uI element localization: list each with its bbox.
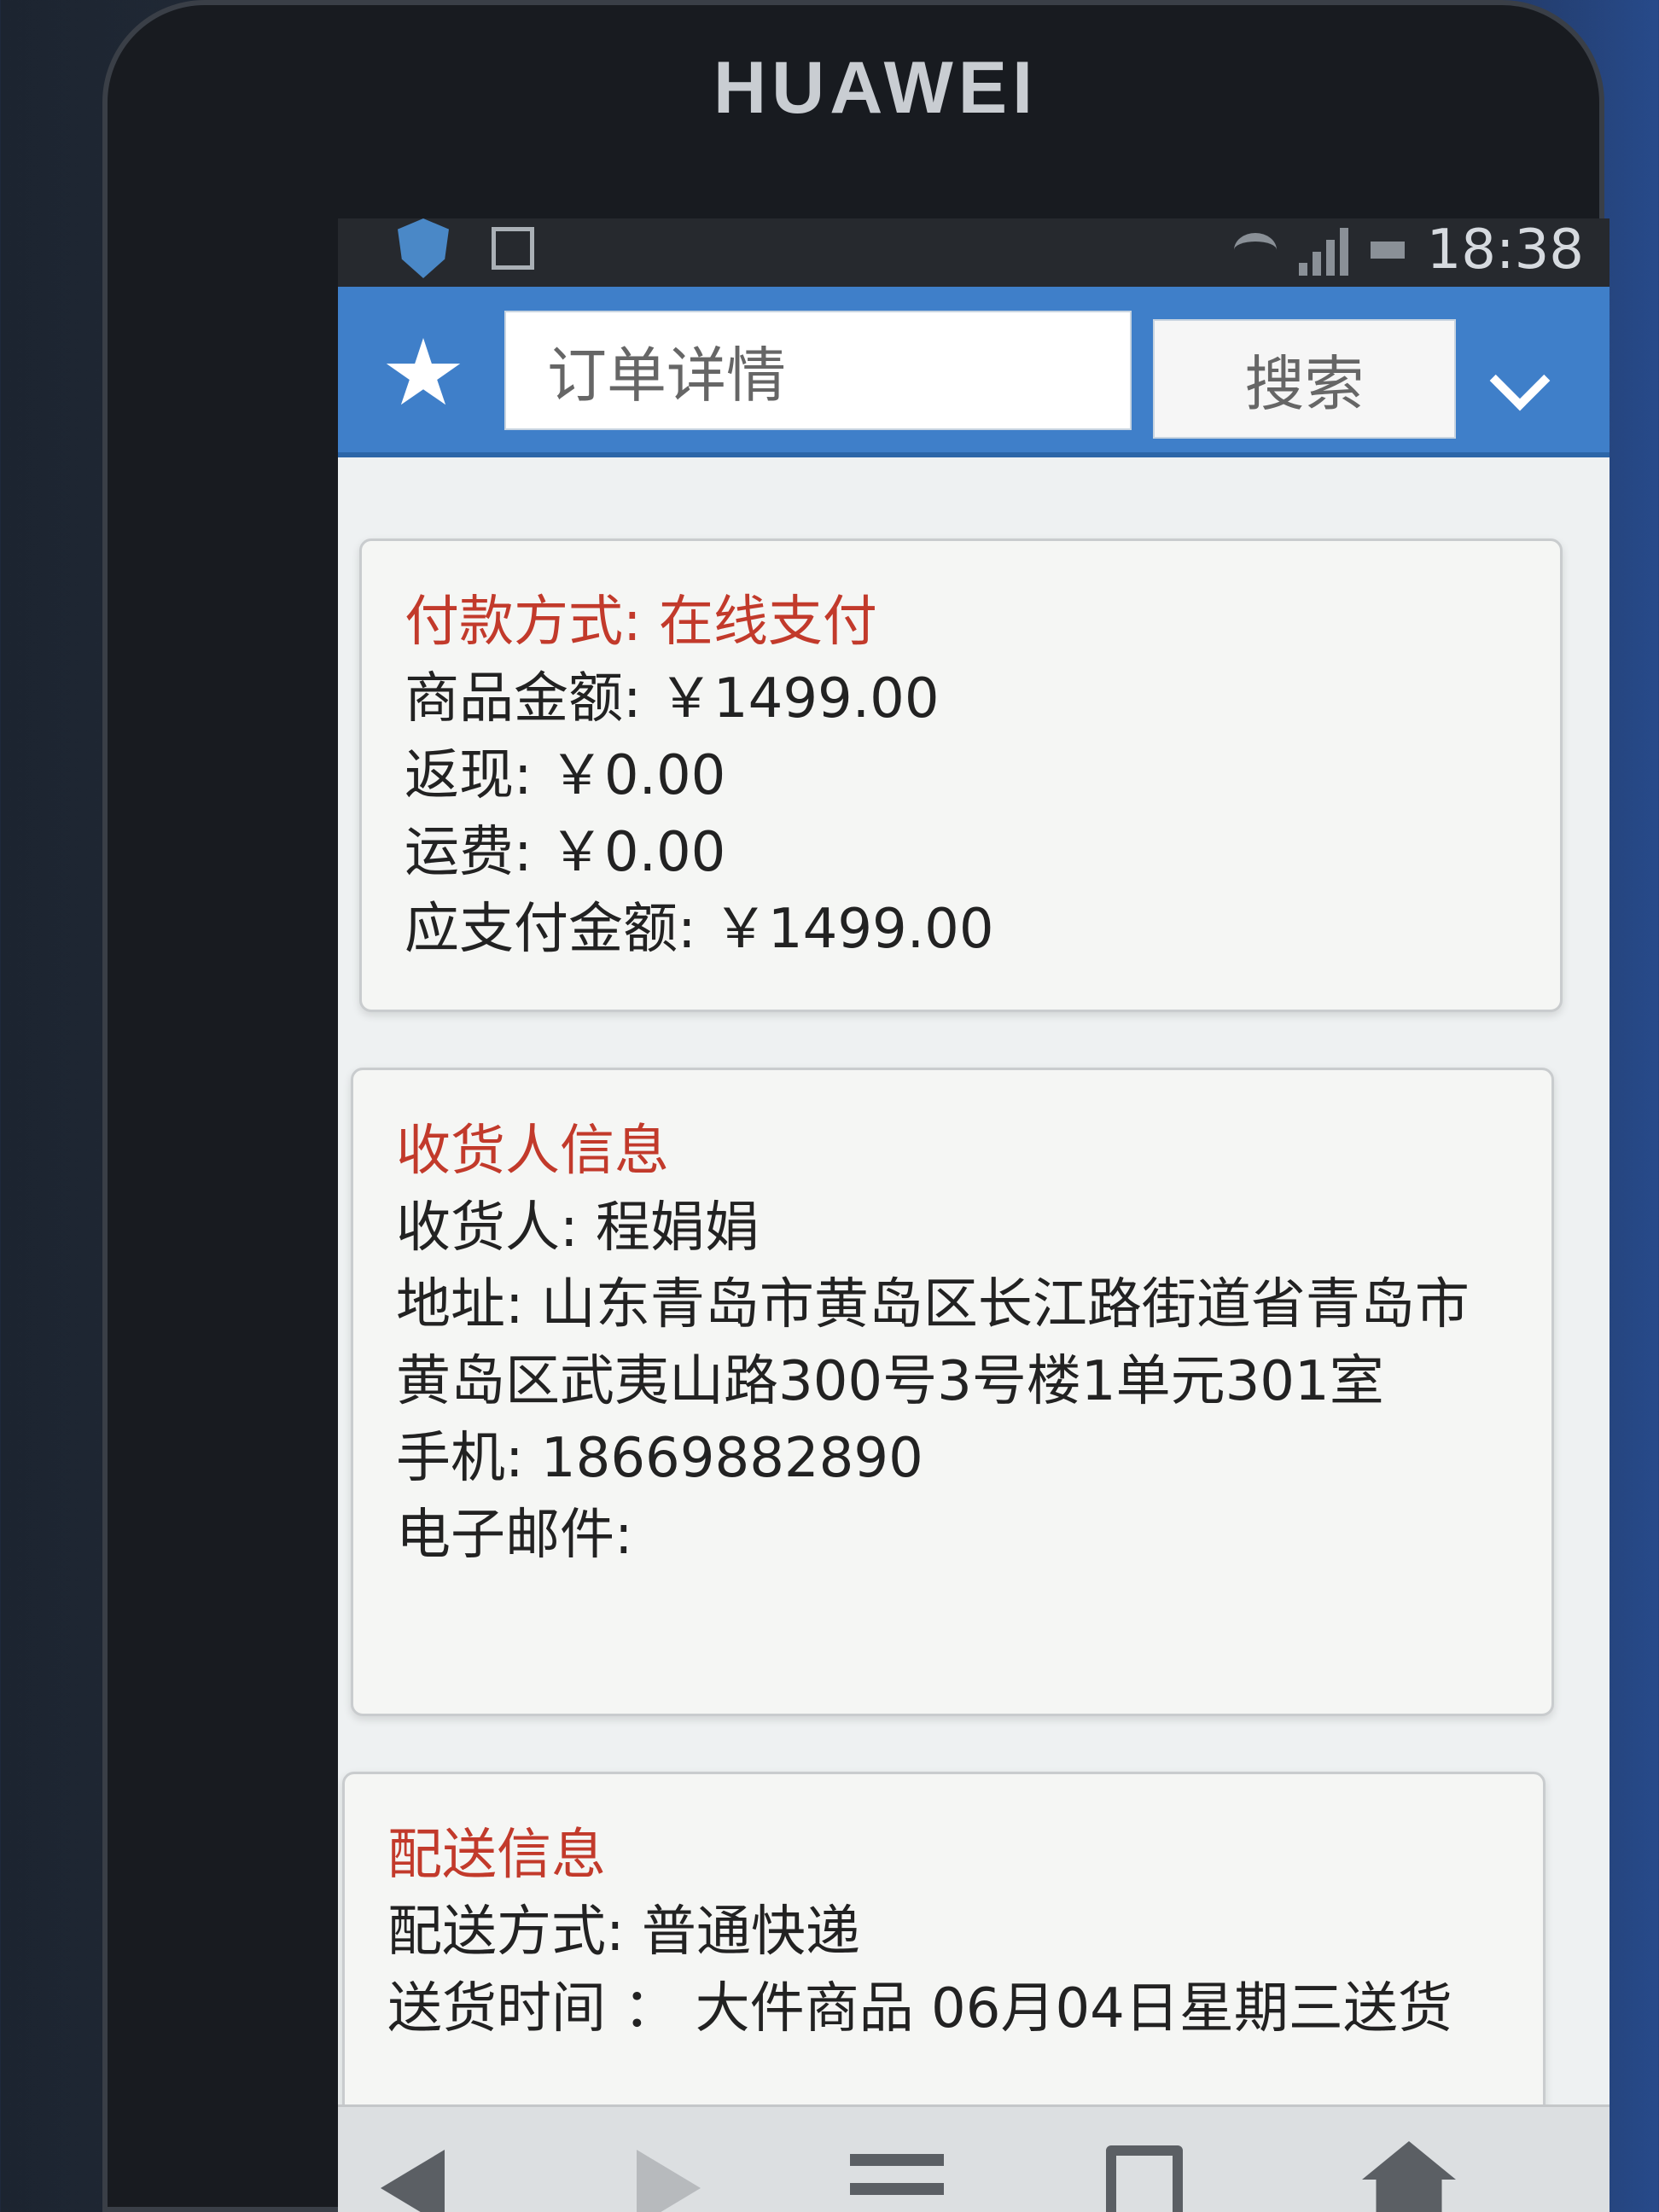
star-icon[interactable] <box>386 338 461 405</box>
page-title: 订单详情 <box>504 311 1132 430</box>
shield-icon <box>398 218 449 278</box>
chevron-down-icon[interactable] <box>1489 350 1551 411</box>
payment-card: 付款方式: 在线支付 商品金额: ￥1499.00 返现: ￥0.00 运费: … <box>359 538 1563 1012</box>
delivery-method: 配送方式: 普通快递 <box>387 1901 860 1964</box>
search-button[interactable]: 搜索 <box>1153 319 1456 439</box>
page-title-text: 订单详情 <box>547 340 786 410</box>
forward-icon[interactable] <box>637 2150 701 2212</box>
payment-row: 返现: ￥0.00 <box>405 744 726 807</box>
delivery-time: 送货时间 ： 大件商品 06月04日星期三送货 <box>387 1977 1452 2040</box>
status-bar: 18:38 <box>338 218 1610 287</box>
battery-icon <box>1370 242 1405 259</box>
payment-row: 运费: ￥0.00 <box>405 821 726 884</box>
tabs-icon[interactable] <box>1106 2145 1183 2212</box>
notification-icon <box>492 227 534 270</box>
wifi-icon <box>1233 233 1277 267</box>
receiver-card: 收货人信息 收货人: 程娟娟 地址: 山东青岛市黄岛区长江路街道省青岛市黄岛区武… <box>351 1068 1554 1716</box>
device-brand: HUAWEI <box>713 47 1038 129</box>
payment-title: 付款方式: 在线支付 <box>405 591 877 654</box>
receiver-address: 地址: 山东青岛市黄岛区长江路街道省青岛市黄岛区武夷山路300号3号楼1单元30… <box>396 1273 1470 1413</box>
browser-nav-bar <box>338 2104 1610 2212</box>
receiver-title: 收货人信息 <box>396 1120 669 1183</box>
receiver-email: 电子邮件: <box>396 1504 633 1567</box>
home-icon[interactable] <box>1362 2141 1456 2212</box>
receiver-phone: 手机: 18669882890 <box>396 1427 923 1490</box>
signal-icon <box>1298 224 1348 276</box>
delivery-title: 配送信息 <box>387 1824 606 1887</box>
phone-frame: HUAWEI 18:38 订单详情 搜索 付款方式: 在线支付 商品金额: ￥1… <box>102 0 1610 2212</box>
receiver-name: 收货人: 程娟娟 <box>396 1196 760 1260</box>
menu-icon[interactable] <box>850 2154 944 2212</box>
search-button-label: 搜索 <box>1244 348 1365 419</box>
payment-row: 应支付金额: ￥1499.00 <box>405 898 994 961</box>
back-icon[interactable] <box>381 2150 445 2212</box>
app-bar: 订单详情 搜索 <box>338 287 1610 457</box>
payment-row: 商品金额: ￥1499.00 <box>405 667 940 731</box>
status-time: 18:38 <box>1426 218 1584 282</box>
screen: 18:38 订单详情 搜索 付款方式: 在线支付 商品金额: ￥1499.00 … <box>338 218 1610 2212</box>
